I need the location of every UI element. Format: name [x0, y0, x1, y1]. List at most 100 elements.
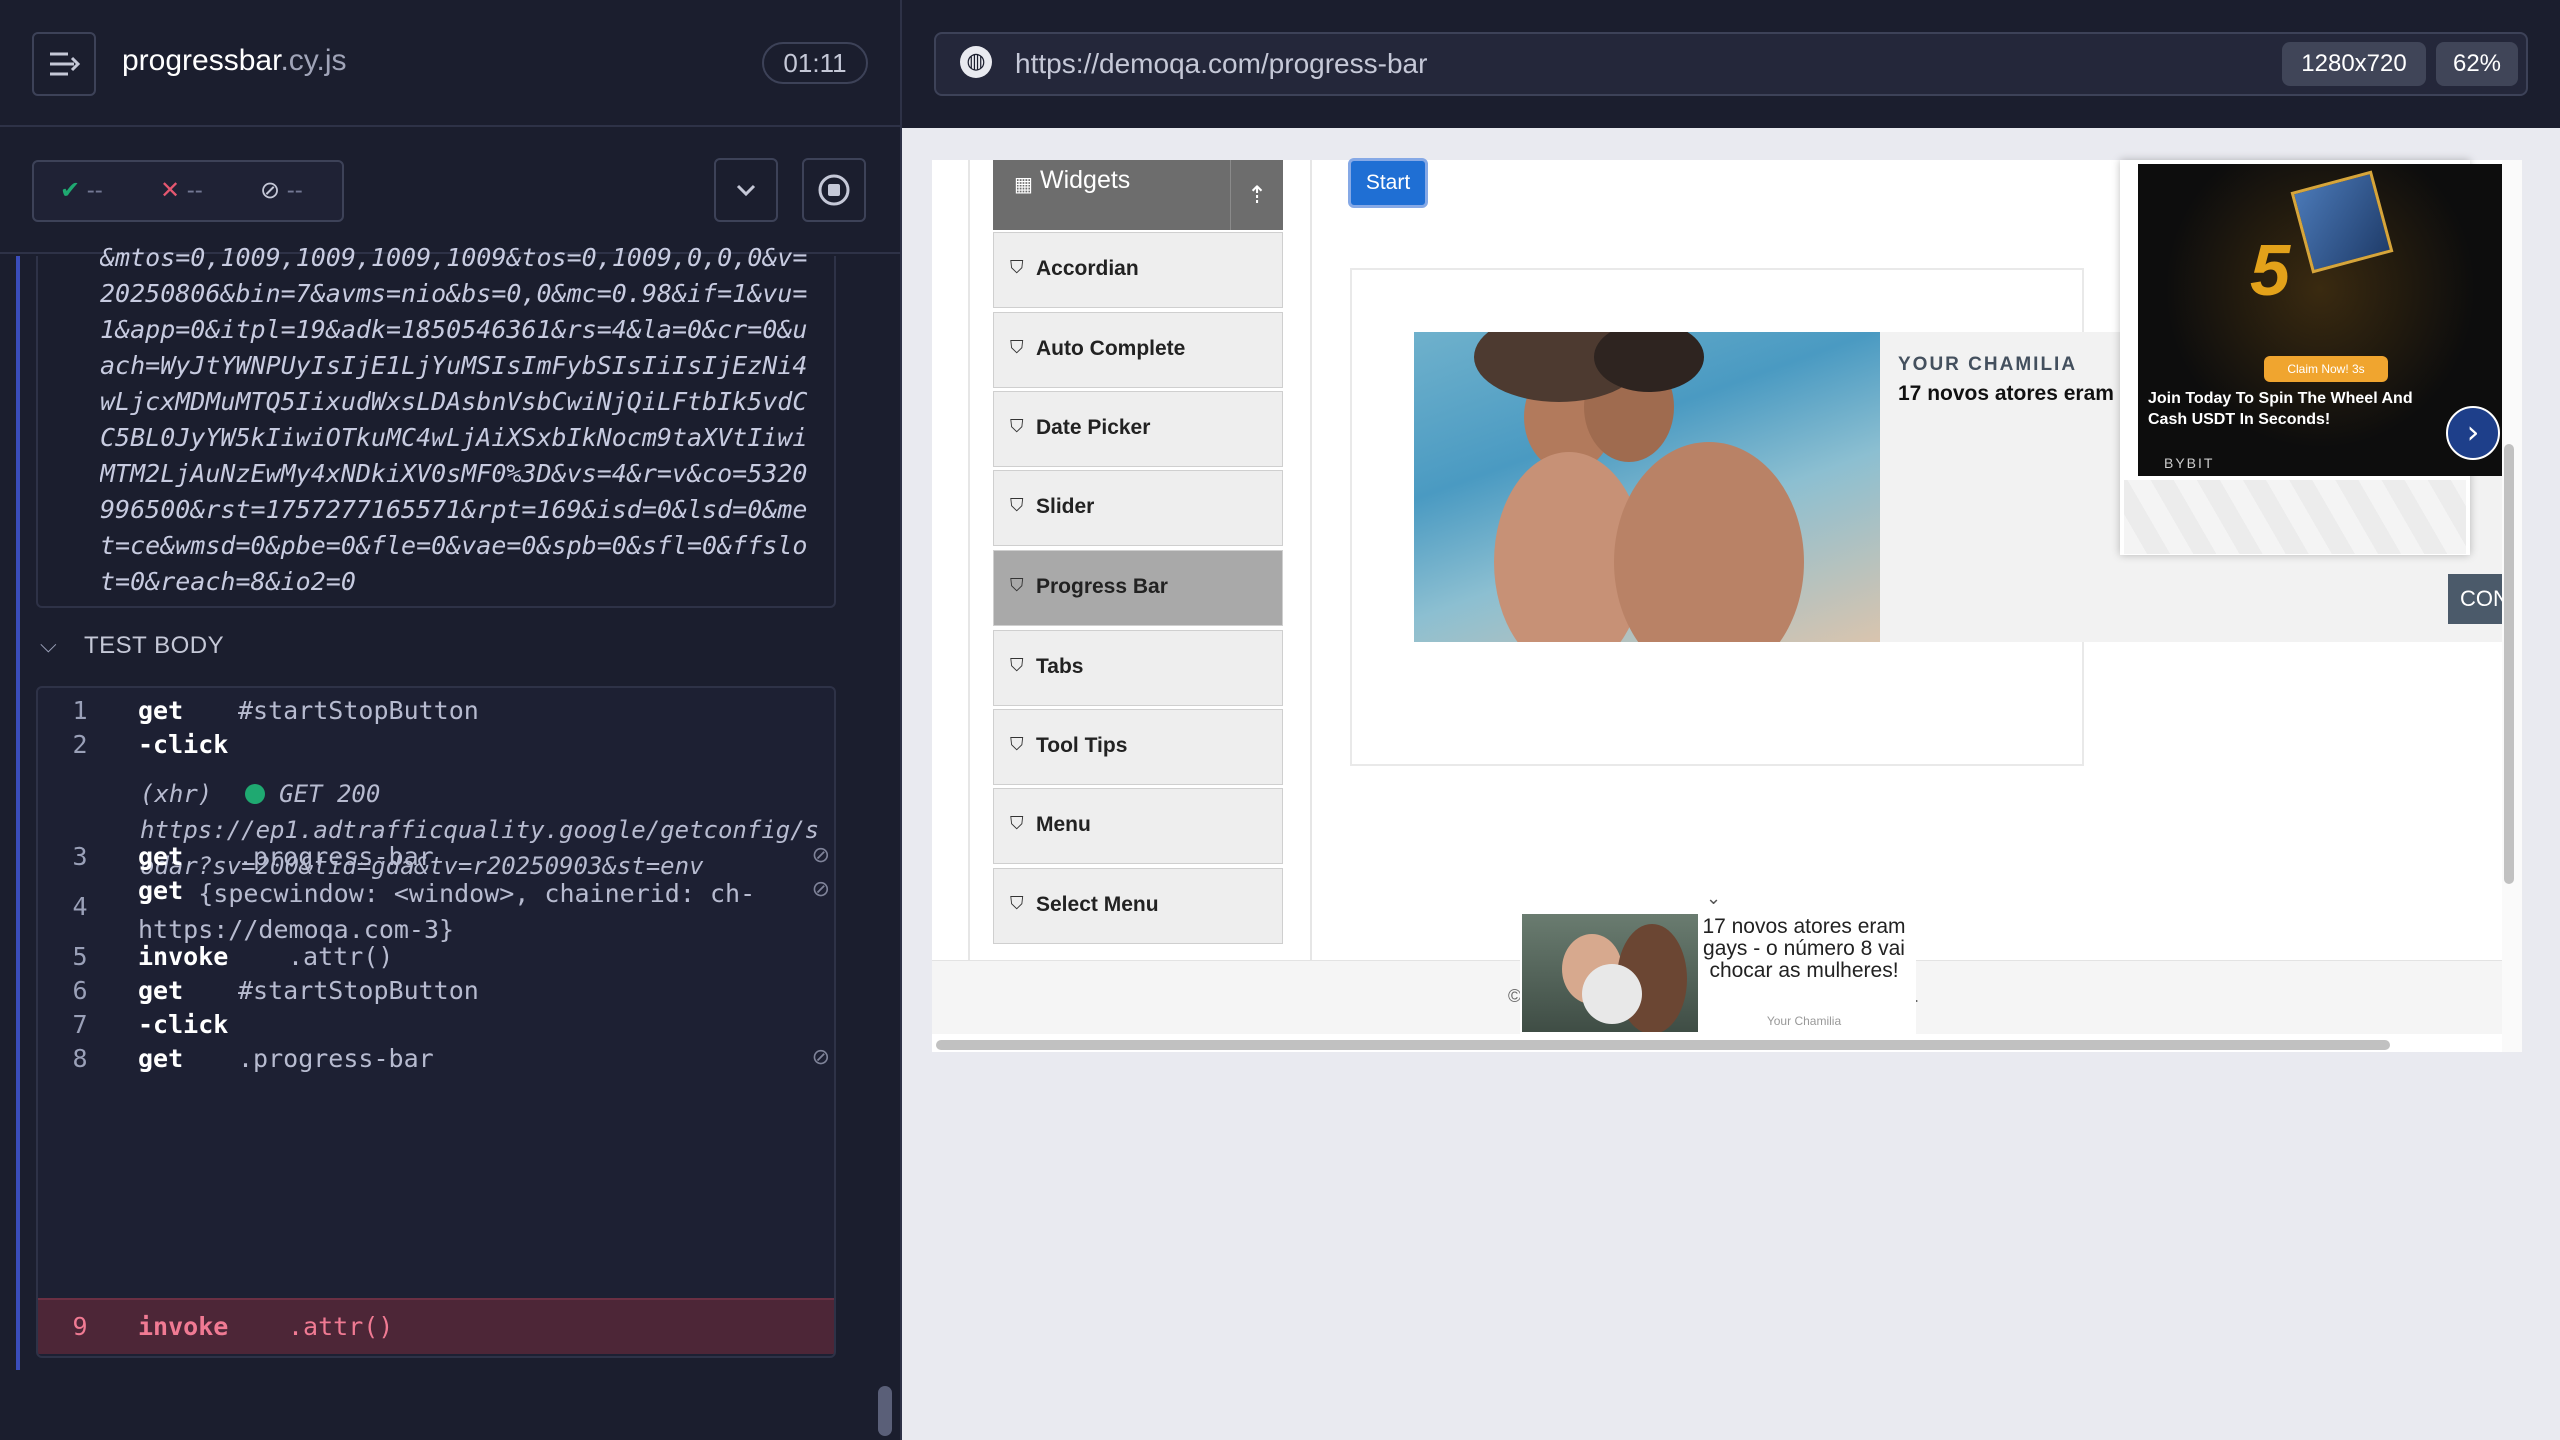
- command-name: get: [138, 976, 184, 1005]
- shield-icon: ⛉: [1010, 655, 1024, 676]
- upload-icon[interactable]: ⇡: [1230, 160, 1283, 230]
- command-arg: .progress-bar: [238, 842, 434, 871]
- ad-headline[interactable]: 17 novos atores eram: [1898, 382, 2120, 406]
- pending-stat: ⊘ --: [260, 176, 303, 205]
- ad-image[interactable]: [1414, 332, 1880, 642]
- command-number: 2: [72, 730, 88, 759]
- shield-icon: ⛉: [1010, 575, 1024, 596]
- bottom-ad-source: Your Chamilia: [1766, 1014, 1842, 1028]
- shield-icon: ⛉: [1010, 257, 1024, 278]
- spec-name-base: progressbar: [122, 44, 281, 77]
- shield-icon: ⛉: [1010, 813, 1024, 834]
- previous-log-url: &mtos=0,1009,1009,1009,1009&tos=0,1009,0…: [100, 243, 808, 596]
- stop-button[interactable]: [802, 158, 866, 222]
- command-arg: .progress-bar: [238, 1044, 434, 1073]
- command-arg: .attr(): [288, 942, 394, 971]
- sidebar-item-label: Auto Complete: [1036, 337, 1186, 360]
- test-body-heading[interactable]: TEST BODY: [84, 632, 224, 660]
- command-row[interactable]: 1 get #startStopButton: [38, 696, 834, 734]
- command-row[interactable]: 2 -click: [38, 730, 834, 768]
- passed-count: --: [86, 177, 103, 204]
- command-row[interactable]: 6 get #startStopButton: [38, 976, 834, 1014]
- xhr-method: GET 200: [279, 780, 381, 808]
- chevron-right-icon[interactable]: ›: [2446, 406, 2500, 460]
- command-arg: #startStopButton: [238, 976, 479, 1005]
- stop-icon: [818, 174, 850, 206]
- sidebar-item-menu[interactable]: ⛉ Menu: [993, 788, 1283, 864]
- skip-icon: ⊘: [260, 177, 281, 204]
- start-button[interactable]: Start: [1348, 158, 1428, 208]
- ad-pattern: [2124, 480, 2466, 554]
- sidebar-item-auto-complete[interactable]: ⛉ Auto Complete: [993, 312, 1283, 388]
- sidebar-group-label: Widgets: [1040, 166, 1131, 194]
- x-icon: ✕: [160, 177, 181, 204]
- sidebar-item-select-menu[interactable]: ⛉ Select Menu: [993, 868, 1283, 944]
- eye-slash-icon: ⊘: [811, 876, 830, 901]
- shield-icon: ⛉: [1010, 416, 1024, 437]
- command-number: 9: [72, 1312, 88, 1341]
- ad-brand: YOUR CHAMILIA: [1898, 354, 2078, 375]
- con-button[interactable]: CON: [2448, 574, 2504, 624]
- bybit-number: 5: [2250, 231, 2291, 311]
- aut-url[interactable]: https://demoqa.com/progress-bar: [1015, 48, 1427, 80]
- command-arg: {specwindow: <window>, chainerid: ch- ht…: [138, 876, 755, 948]
- pending-count: --: [286, 177, 303, 204]
- grid-icon: ▦: [1014, 172, 1033, 196]
- shield-icon: ⛉: [1010, 734, 1024, 755]
- command-name: invoke: [138, 1312, 229, 1341]
- command-row[interactable]: 8 get .progress-bar ⊘: [38, 1044, 834, 1082]
- command-row[interactable]: 4 get {specwindow: <window>, chainerid: …: [38, 876, 834, 948]
- active-command-row[interactable]: 9 invoke .attr(): [38, 1298, 834, 1354]
- specs-list-icon: [50, 52, 81, 76]
- sidebar-border: [968, 160, 970, 960]
- aut-vertical-scrollbar[interactable]: [2504, 444, 2514, 884]
- command-number: 5: [72, 942, 88, 971]
- shield-icon: ⛉: [1010, 893, 1024, 914]
- bybit-claim-button[interactable]: Claim Now! 3s: [2264, 356, 2388, 382]
- sidebar-item-label: Select Menu: [1036, 893, 1159, 916]
- viewport-size-badge[interactable]: 1280x720: [2282, 42, 2426, 86]
- command-arg: #startStopButton: [238, 696, 479, 725]
- spec-file-name: progressbar.cy.js: [122, 44, 347, 78]
- command-name: get: [138, 842, 184, 871]
- runner-options-button[interactable]: [714, 158, 778, 222]
- sidebar-item-accordian[interactable]: ⛉ Accordian: [993, 232, 1283, 308]
- sidebar-item-tabs[interactable]: ⛉ Tabs: [993, 630, 1283, 706]
- runner-scrollbar-thumb[interactable]: [878, 1386, 892, 1436]
- command-name: get: [138, 696, 184, 725]
- check-icon: ✔: [60, 177, 81, 204]
- command-number: 6: [72, 976, 88, 1005]
- eye-slash-icon: ⊘: [811, 1044, 830, 1069]
- sidebar-item-progress-bar[interactable]: ⛉ Progress Bar: [993, 550, 1283, 626]
- zoom-badge[interactable]: 62%: [2436, 42, 2518, 86]
- command-row[interactable]: 3 get .progress-bar ⊘: [38, 842, 834, 880]
- bybit-ad-text: Join Today To Spin The Wheel And Cash US…: [2148, 390, 2413, 428]
- test-indent-line: [16, 256, 20, 1370]
- eye-slash-icon: ⊘: [811, 842, 830, 867]
- command-number: 7: [72, 1010, 88, 1039]
- sidebar-border: [1310, 160, 1312, 960]
- toggle-specs-button[interactable]: [32, 32, 96, 96]
- sidebar-item-label: Tool Tips: [1036, 734, 1128, 757]
- command-name: get: [138, 1044, 184, 1073]
- command-name: -click: [138, 1010, 229, 1039]
- sidebar-item-slider[interactable]: ⛉ Slider: [993, 470, 1283, 546]
- chevron-down-icon[interactable]: ⌵: [40, 632, 57, 658]
- chevron-down-icon[interactable]: ⌄: [1706, 888, 1721, 909]
- command-row[interactable]: 5 invoke .attr(): [38, 942, 834, 980]
- sidebar-item-tool-tips[interactable]: ⛉ Tool Tips: [993, 709, 1283, 785]
- command-row[interactable]: 7 -click: [38, 1010, 834, 1048]
- bottom-ad-image[interactable]: [1522, 914, 1698, 1032]
- bottom-ad-text[interactable]: 17 novos atores eram gays - o número 8 v…: [1698, 916, 1910, 982]
- sidebar-item-label: Slider: [1036, 495, 1095, 518]
- aut-horizontal-scrollbar[interactable]: [936, 1040, 2390, 1050]
- sidebar-item-label: Menu: [1036, 813, 1091, 836]
- runner-scrollbar-track[interactable]: [874, 256, 898, 1440]
- spec-name-ext: .cy.js: [280, 44, 347, 77]
- command-number: 4: [72, 892, 88, 921]
- command-arg: .attr(): [288, 1312, 394, 1341]
- globe-icon: ◍: [960, 46, 992, 78]
- sidebar-item-label: Tabs: [1036, 655, 1084, 678]
- sidebar-item-date-picker[interactable]: ⛉ Date Picker: [993, 391, 1283, 467]
- command-number: 8: [72, 1044, 88, 1073]
